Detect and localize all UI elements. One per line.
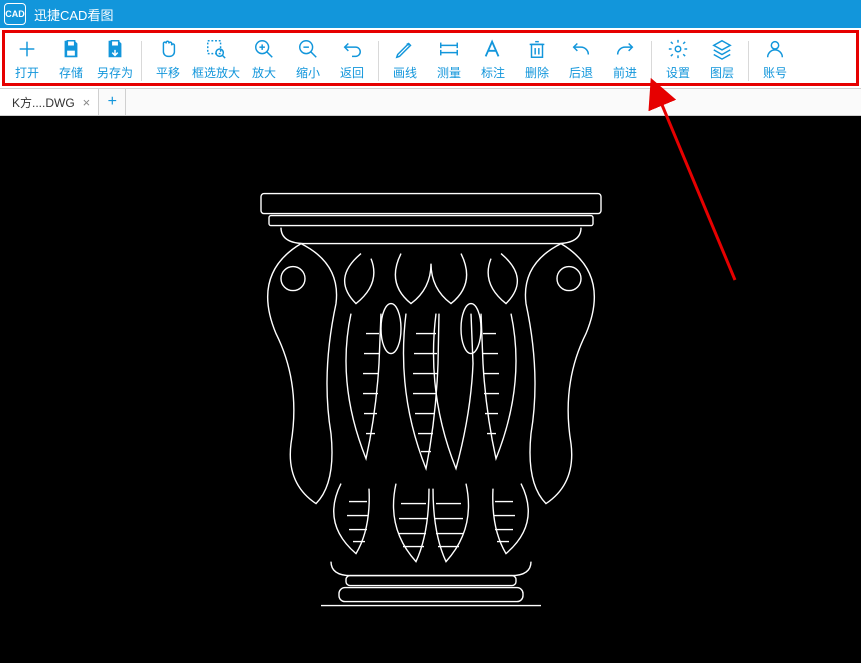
delete-button[interactable]: 删除 — [515, 37, 559, 81]
gear-icon — [666, 37, 690, 61]
undo-button[interactable]: 后退 — [559, 37, 603, 81]
zoomout-label: 缩小 — [296, 64, 320, 81]
app-logo-text: CAD — [5, 9, 25, 19]
toolbar-separator — [651, 41, 652, 81]
save-button[interactable]: 存储 — [49, 37, 93, 81]
layers-button[interactable]: 图层 — [700, 37, 744, 81]
saveas-button[interactable]: 另存为 — [93, 37, 137, 81]
add-tab-label: + — [108, 93, 117, 111]
drawline-label: 画线 — [393, 64, 417, 81]
zoom-window-icon — [204, 37, 228, 61]
zoomout-button[interactable]: 缩小 — [286, 37, 330, 81]
open-label: 打开 — [15, 64, 39, 81]
settings-button[interactable]: 设置 — [656, 37, 700, 81]
zoom-out-icon — [296, 37, 320, 61]
cad-drawing — [221, 183, 641, 613]
zoom-in-icon — [252, 37, 276, 61]
save-icon — [59, 37, 83, 61]
user-icon — [763, 37, 787, 61]
saveas-icon — [103, 37, 127, 61]
annotate-button[interactable]: 标注 — [471, 37, 515, 81]
toolbar-separator — [378, 41, 379, 81]
open-button[interactable]: 打开 — [5, 37, 49, 81]
app-title: 迅捷CAD看图 — [34, 5, 113, 24]
drawline-button[interactable]: 画线 — [383, 37, 427, 81]
tab-bar: K方....DWG × + — [0, 88, 861, 116]
return-icon — [340, 37, 364, 61]
toolbar-separator — [141, 41, 142, 81]
save-label: 存储 — [59, 64, 83, 81]
zoomin-button[interactable]: 放大 — [242, 37, 286, 81]
layers-icon — [710, 37, 734, 61]
pan-label: 平移 — [156, 64, 180, 81]
title-bar: CAD 迅捷CAD看图 — [0, 0, 861, 28]
zoomin-label: 放大 — [252, 64, 276, 81]
redo-icon — [613, 37, 637, 61]
drawing-canvas[interactable] — [0, 116, 861, 663]
app-logo: CAD — [4, 3, 26, 25]
toolbar-highlight-box: 打开 存储另存为 平移框选放大放大 缩小 返回 画线 测量 标注 删除 后退 前进 设置 图层 账号 — [2, 30, 859, 86]
pan-button[interactable]: 平移 — [146, 37, 190, 81]
undo-icon — [569, 37, 593, 61]
add-tab-button[interactable]: + — [99, 89, 126, 115]
measure-icon — [437, 37, 461, 61]
layers-label: 图层 — [710, 64, 734, 81]
zoomwin-label: 框选放大 — [192, 64, 240, 81]
trash-icon — [525, 37, 549, 61]
redo-button[interactable]: 前进 — [603, 37, 647, 81]
pencil-icon — [393, 37, 417, 61]
close-icon[interactable]: × — [83, 95, 91, 110]
annotate-label: 标注 — [481, 64, 505, 81]
zoomwin-button[interactable]: 框选放大 — [190, 37, 242, 81]
redo-label: 前进 — [613, 64, 637, 81]
delete-label: 删除 — [525, 64, 549, 81]
return-label: 返回 — [340, 64, 364, 81]
tab-label: K方....DWG — [12, 94, 75, 111]
undo-label: 后退 — [569, 64, 593, 81]
saveas-label: 另存为 — [97, 64, 133, 81]
measure-button[interactable]: 测量 — [427, 37, 471, 81]
account-button[interactable]: 账号 — [753, 37, 797, 81]
measure-label: 测量 — [437, 64, 461, 81]
text-icon — [481, 37, 505, 61]
return-button[interactable]: 返回 — [330, 37, 374, 81]
hand-icon — [156, 37, 180, 61]
plus-icon — [15, 37, 39, 61]
main-toolbar: 打开 存储另存为 平移框选放大放大 缩小 返回 画线 测量 标注 删除 后退 前进 设置 图层 账号 — [5, 37, 856, 81]
toolbar-separator — [748, 41, 749, 81]
account-label: 账号 — [763, 64, 787, 81]
document-tab[interactable]: K方....DWG × — [0, 89, 99, 115]
settings-label: 设置 — [666, 64, 690, 81]
